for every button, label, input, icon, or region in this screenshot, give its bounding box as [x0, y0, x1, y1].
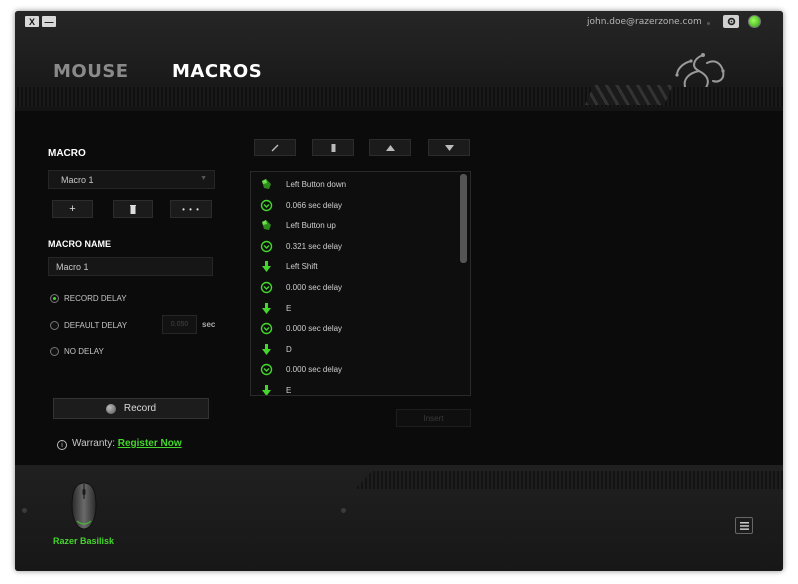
macro-name-field[interactable]: [48, 257, 213, 276]
radio-label: RECORD DELAY: [64, 294, 127, 303]
radio-record-delay[interactable]: RECORD DELAY: [50, 293, 170, 305]
event-label: Left Shift: [286, 262, 318, 272]
move-down-button[interactable]: [428, 139, 470, 156]
separator-dot: [707, 22, 710, 25]
clock-icon: [260, 240, 273, 253]
device-name[interactable]: Razer Basilisk: [53, 536, 114, 546]
macro-select[interactable]: Macro 1 ▼: [48, 170, 215, 189]
event-row[interactable]: Left Button up: [251, 215, 456, 235]
close-icon: X: [28, 16, 35, 27]
tab-mouse[interactable]: MOUSE: [53, 61, 129, 82]
key-down-arrow-icon: [260, 384, 273, 395]
footer-stripe: [355, 471, 783, 489]
macro-name-label: MACRO NAME: [48, 239, 111, 249]
radio-unselected-icon: [50, 321, 59, 330]
header-stripe-accent: [585, 85, 673, 105]
chevron-down-icon: ▼: [200, 175, 207, 182]
event-label: 0.321 sec delay: [286, 241, 343, 251]
more-options-button[interactable]: • • •: [170, 200, 212, 218]
menu-button[interactable]: [735, 517, 753, 534]
synapse-window: X — john.doe@razerzone.com MOUSE MACROS: [15, 11, 783, 571]
record-label: Record: [123, 403, 157, 414]
trash-icon: [331, 143, 335, 152]
event-label: E: [286, 386, 292, 395]
record-icon: [105, 403, 116, 414]
radio-unselected-icon: [50, 347, 59, 356]
tab-macros[interactable]: MACROS: [172, 61, 262, 82]
event-row[interactable]: E: [251, 298, 456, 318]
arrow-up-icon: [385, 144, 395, 151]
event-label: E: [286, 303, 292, 313]
radio-label: DEFAULT DELAY: [64, 321, 128, 330]
radio-default-delay[interactable]: DEFAULT DELAY: [50, 320, 170, 332]
edit-event-button[interactable]: [254, 139, 296, 156]
insert-label: Insert: [423, 413, 444, 423]
radio-selected-icon: [50, 294, 59, 303]
ellipsis-icon: • • •: [182, 204, 200, 214]
info-icon: i: [57, 440, 67, 450]
event-row[interactable]: Left Shift: [251, 256, 456, 276]
event-row[interactable]: 0.000 sec delay: [251, 318, 456, 338]
clock-icon: [260, 322, 273, 335]
event-row[interactable]: 0.066 sec delay: [251, 195, 456, 215]
user-email[interactable]: john.doe@razerzone.com: [587, 17, 702, 27]
default-delay-value: 0.050: [170, 321, 189, 328]
mouse-icon: [260, 178, 273, 191]
event-row[interactable]: E: [251, 380, 456, 395]
event-row[interactable]: Left Button down: [251, 174, 456, 194]
pencil-icon: [271, 144, 279, 151]
event-label: 0.066 sec delay: [286, 200, 343, 210]
event-row[interactable]: D: [251, 339, 456, 359]
event-label: Left Button down: [286, 180, 347, 189]
event-label: 0.000 sec delay: [286, 324, 343, 334]
delay-unit-label: sec: [202, 320, 216, 329]
add-macro-button[interactable]: +: [52, 200, 93, 218]
close-button[interactable]: X: [25, 16, 39, 27]
record-button[interactable]: Record: [53, 398, 209, 419]
clock-icon: [260, 199, 273, 212]
register-now-link[interactable]: Register Now: [118, 438, 182, 449]
warranty-notice: i Warranty: Register Now: [57, 438, 182, 450]
key-down-arrow-icon: [260, 260, 273, 273]
mouse-device-icon[interactable]: [69, 481, 99, 531]
carousel-left-dot[interactable]: [22, 508, 27, 513]
list-scrollbar[interactable]: [460, 174, 467, 263]
event-label: 0.000 sec delay: [286, 283, 343, 292]
gear-icon: [727, 17, 735, 26]
clock-icon: [260, 363, 273, 376]
key-down-arrow-icon: [260, 343, 273, 356]
macro-event-list[interactable]: Left Button down 0.066 sec delay Left Butt…: [250, 171, 471, 396]
radio-no-delay[interactable]: NO DELAY: [50, 346, 170, 358]
arrow-down-icon: [444, 144, 454, 151]
event-label: Left Button up: [286, 221, 336, 231]
trash-icon: [130, 204, 136, 214]
event-label: 0.000 sec delay: [286, 365, 343, 375]
default-delay-field[interactable]: 0.050: [162, 315, 197, 334]
macro-section-label: MACRO: [48, 148, 86, 159]
header: X — john.doe@razerzone.com MOUSE MACROS: [15, 11, 783, 111]
event-row[interactable]: 0.321 sec delay: [251, 236, 456, 256]
hamburger-icon: [739, 521, 749, 530]
settings-button[interactable]: [723, 15, 739, 28]
sync-status-icon[interactable]: [748, 15, 761, 28]
delete-macro-button[interactable]: [113, 200, 153, 218]
minimize-icon: —: [44, 16, 54, 27]
macro-select-value: Macro 1: [61, 175, 94, 185]
clock-icon: [260, 281, 273, 294]
event-label: D: [286, 344, 292, 354]
warranty-label: Warranty:: [72, 438, 115, 449]
key-down-arrow-icon: [260, 302, 273, 315]
minimize-button[interactable]: —: [42, 16, 56, 27]
event-row[interactable]: 0.000 sec delay: [251, 359, 456, 379]
carousel-right-dot[interactable]: [341, 508, 346, 513]
insert-button[interactable]: Insert: [396, 409, 471, 427]
move-up-button[interactable]: [369, 139, 411, 156]
mouse-icon: [260, 219, 273, 232]
delete-event-button[interactable]: [312, 139, 354, 156]
radio-label: NO DELAY: [64, 347, 104, 356]
event-row[interactable]: 0.000 sec delay: [251, 277, 456, 297]
plus-icon: +: [69, 203, 76, 215]
